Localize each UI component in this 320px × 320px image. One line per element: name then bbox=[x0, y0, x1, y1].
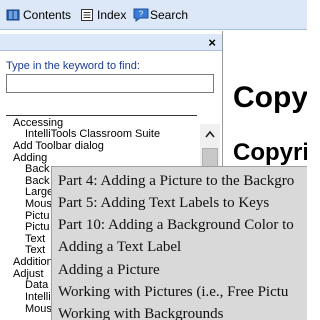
search-bubble-icon: ? bbox=[133, 8, 149, 22]
index-label: Index bbox=[97, 8, 127, 22]
svg-text:?: ? bbox=[139, 10, 144, 19]
book-icon bbox=[6, 8, 20, 22]
search-label: Search bbox=[150, 8, 189, 22]
scroll-up-arrow-icon[interactable] bbox=[200, 124, 220, 144]
list-item[interactable]: Large bbox=[25, 187, 53, 198]
index-list-icon bbox=[80, 8, 94, 22]
keyword-input[interactable] bbox=[6, 74, 214, 93]
help-toolbar: Contents Index ? Search bbox=[0, 0, 307, 30]
list-item[interactable]: Text bbox=[25, 245, 45, 256]
popup-topic-item[interactable]: Part 4: Adding a Picture to the Backgro bbox=[58, 173, 294, 190]
index-button[interactable]: Index bbox=[80, 6, 126, 24]
keyword-label: Type in the keyword to find: bbox=[6, 60, 140, 72]
list-item[interactable]: Pictu bbox=[25, 222, 49, 233]
topic-subheading: Copyri bbox=[233, 139, 307, 166]
popup-topic-item[interactable]: Adding a Picture bbox=[58, 262, 160, 279]
index-pane-header: × bbox=[0, 34, 222, 51]
search-button[interactable]: ? Search bbox=[133, 6, 188, 24]
list-item[interactable]: Add Toolbar dialog bbox=[13, 141, 104, 152]
topics-found-popup: Part 4: Adding a Picture to the Backgro … bbox=[51, 166, 307, 320]
contents-label: Contents bbox=[23, 8, 72, 22]
popup-topic-item[interactable]: Working with Pictures (i.e., Free Pictu bbox=[58, 284, 288, 301]
list-item[interactable]: IntelliTools Classroom Suite bbox=[25, 129, 160, 140]
list-item[interactable]: Mous bbox=[25, 199, 52, 210]
popup-topic-item[interactable]: Part 10: Adding a Background Color to bbox=[58, 217, 294, 234]
popup-topic-item[interactable]: Working with Backgrounds bbox=[58, 306, 223, 320]
list-item[interactable]: Back bbox=[25, 164, 49, 175]
list-item[interactable]: Data bbox=[25, 280, 48, 291]
list-item[interactable]: Intelli bbox=[25, 292, 51, 303]
popup-topic-item[interactable]: Part 5: Adding Text Labels to Keys bbox=[58, 195, 269, 212]
topic-heading: Copy bbox=[233, 81, 307, 114]
contents-button[interactable]: Contents bbox=[6, 6, 71, 24]
close-icon[interactable]: × bbox=[208, 35, 216, 50]
list-item[interactable]: Mous bbox=[25, 304, 52, 315]
list-item[interactable]: Addition bbox=[13, 257, 53, 268]
popup-topic-item[interactable]: Adding a Text Label bbox=[58, 239, 181, 256]
